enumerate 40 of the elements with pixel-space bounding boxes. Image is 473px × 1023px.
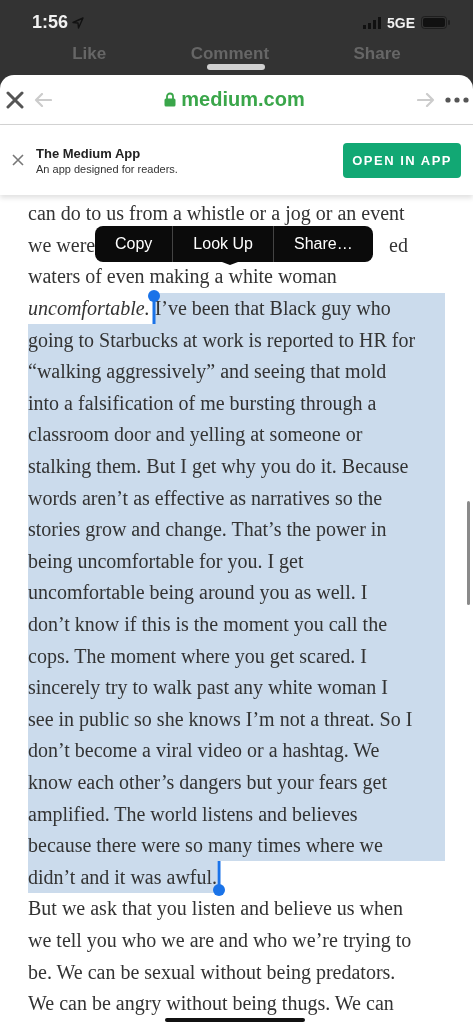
article-text: uncomfortable being around you as well. I [28,577,445,609]
article-text: stalking them. But I get why you do it. Because [28,450,445,483]
more-icon[interactable] [445,96,469,103]
article-text: see in public so she knows I’m not a threat. So I [28,703,445,736]
article-text: “walking aggressively” and seeing that mold [28,355,445,388]
close-icon[interactable] [6,90,24,109]
article-text: know each other’s dangers but your fears get [28,766,445,799]
article-text: But we ask that you listen and believe us when [28,897,403,921]
signal-icon [363,16,383,29]
article-text: because there were so many times where we [28,829,445,862]
banner-title: The Medium App [36,145,142,161]
close-icon[interactable] [12,154,24,166]
article-text: We can be angry without being thugs. We can [28,992,394,1016]
location-arrow-icon [72,16,85,29]
status-time: 1:56 [32,12,69,33]
article-text: words aren’t as effective as narratives so the [28,482,445,514]
article-text: amplified. The world listens and believes [28,798,445,830]
article-text: into a falsification of me bursting through a [28,387,445,420]
lock-icon [164,92,177,107]
article-text: be. We can be sexual without being predators. [28,960,396,984]
article-text: cops. The moment where you get scared. I [28,640,445,672]
banner-subtitle: An app designed for readers. [36,162,179,175]
network-label: 5GE [387,14,415,31]
article-text: don’t become a viral video or a hashtag. We [28,735,445,767]
article-text: we were [28,233,96,257]
article-text: we tell you who we are and who we’re trying to [28,928,412,952]
article-text: sincerely try to walk past any white woman I [28,671,445,704]
menu-item[interactable]: Share… [272,226,373,262]
article-text: can do to us from a whistle or a jog or an event [28,202,405,226]
battery-icon [421,16,451,29]
article-text: going to Starbucks at work is reported to HR for [28,324,445,356]
menu-item[interactable]: Copy [95,226,173,262]
article-text: uncomfortable. [28,297,150,321]
article-text: stories grow and change. That’s the power in [28,513,445,546]
article-text: don’t know if this is the moment you call the [28,608,445,641]
article-text: being uncomfortable for you. I get [28,545,445,578]
article-text: ed [389,233,408,257]
article-text: classroom door and yelling at someone or [28,419,445,451]
menu-item[interactable]: Look Up [172,226,273,262]
article-text: waters of even making a white woman [28,265,337,289]
